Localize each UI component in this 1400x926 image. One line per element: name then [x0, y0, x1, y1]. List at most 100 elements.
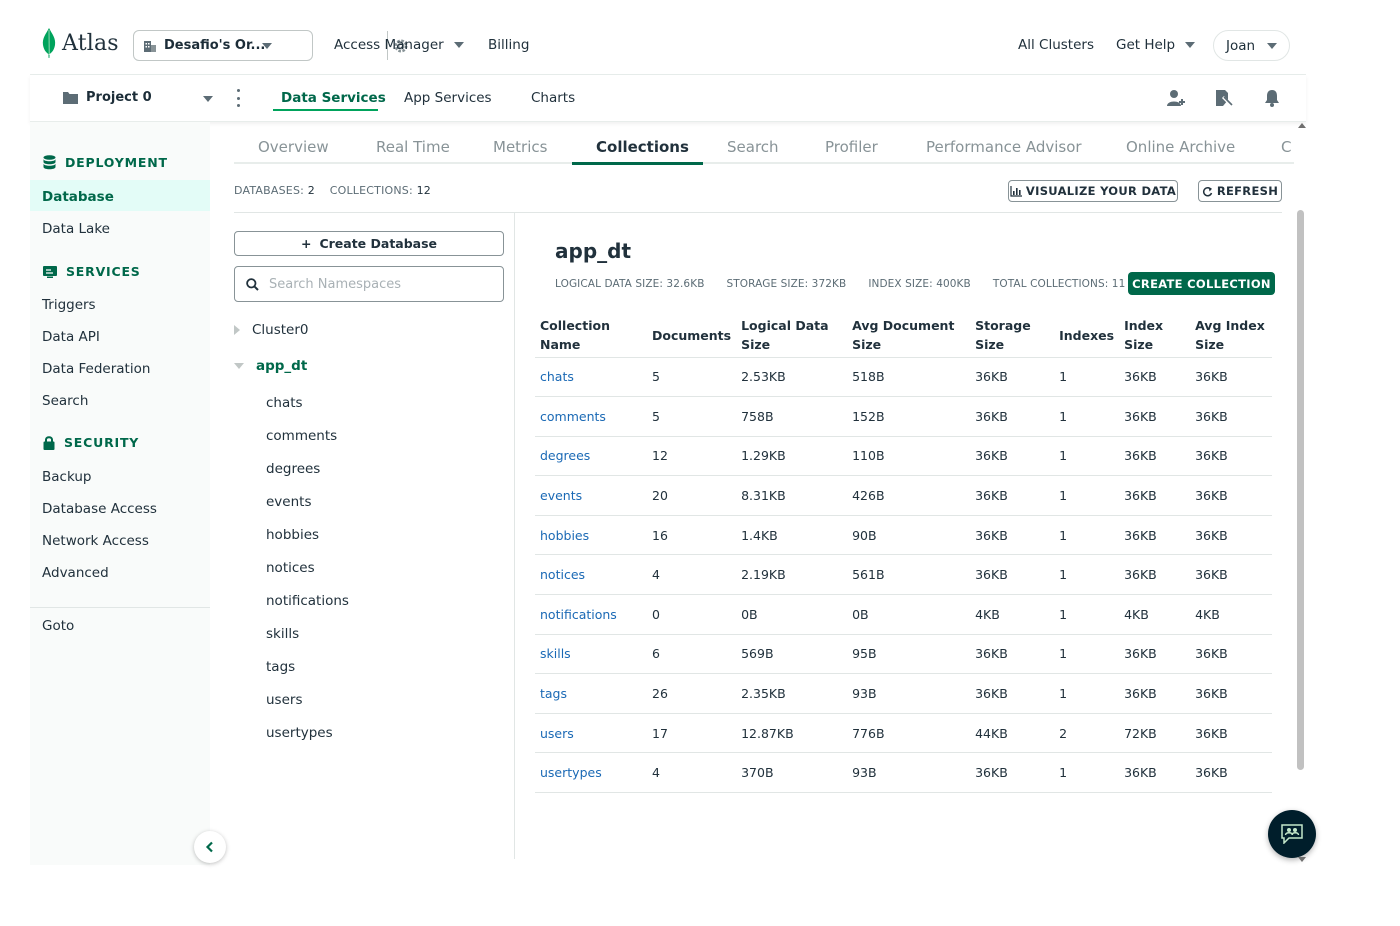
sidebar-item-data-lake[interactable]: Data Lake: [42, 221, 110, 237]
tree-database-app-dt[interactable]: app_dt: [234, 358, 307, 374]
table-cell: 95B: [847, 634, 971, 675]
collection-link[interactable]: usertypes: [540, 765, 602, 780]
table-cell: 36KB: [1190, 673, 1272, 714]
sidebar-item-search[interactable]: Search: [42, 393, 88, 409]
collection-link[interactable]: skills: [540, 646, 571, 661]
tree-collection[interactable]: comments: [266, 428, 337, 444]
collection-link[interactable]: hobbies: [540, 528, 589, 543]
tab-metrics[interactable]: Metrics: [493, 138, 547, 156]
sidebar-item-triggers[interactable]: Triggers: [42, 297, 96, 313]
table-cell: notifications: [535, 594, 647, 635]
column-header[interactable]: Indexes: [1054, 314, 1120, 358]
access-manager-menu[interactable]: Access Manager: [334, 37, 464, 53]
column-header[interactable]: Avg Document Size: [847, 314, 971, 358]
atlas-app: Atlas Desafio's Or... Access Manager Bil…: [30, 0, 1316, 865]
collection-link[interactable]: chats: [540, 369, 574, 384]
create-database-button[interactable]: + Create Database: [234, 231, 504, 256]
tree-collection[interactable]: users: [266, 692, 302, 708]
table-cell: 36KB: [1190, 554, 1272, 596]
user-menu[interactable]: Joan: [1213, 30, 1290, 61]
brand-name: Atlas: [62, 30, 119, 56]
tree-collection[interactable]: skills: [266, 626, 299, 642]
tab-performance-advisor[interactable]: Performance Advisor: [926, 138, 1082, 156]
chevron-down-icon: [262, 43, 272, 49]
table-cell: 17: [647, 713, 737, 754]
scrollbar-thumb[interactable]: [1297, 210, 1304, 770]
tab-charts[interactable]: Charts: [531, 90, 575, 106]
sidebar-item-database[interactable]: Database: [42, 189, 114, 205]
visualize-data-button[interactable]: VISUALIZE YOUR DATA: [1008, 180, 1178, 202]
tab-app-services[interactable]: App Services: [404, 90, 492, 106]
collection-link[interactable]: tags: [540, 686, 567, 701]
table-cell: 36KB: [970, 752, 1055, 794]
services-icon: [43, 265, 57, 278]
expand-arrow-icon: [234, 325, 240, 335]
tab-search[interactable]: Search: [727, 138, 779, 156]
sidebar-item-goto[interactable]: Goto: [42, 618, 74, 634]
tree-collection[interactable]: hobbies: [266, 527, 319, 543]
tab-collections[interactable]: Collections: [596, 138, 689, 156]
table-cell: 1: [1054, 673, 1120, 714]
column-header[interactable]: Documents: [647, 314, 737, 358]
all-clusters-link[interactable]: All Clusters: [1018, 37, 1094, 53]
collection-link[interactable]: notifications: [540, 607, 617, 622]
atlas-logo[interactable]: Atlas: [42, 28, 119, 58]
tab-online-archive[interactable]: Online Archive: [1126, 138, 1235, 156]
column-header[interactable]: Collection Name: [535, 314, 647, 358]
collection-link[interactable]: degrees: [540, 448, 590, 463]
panel-divider: [514, 212, 515, 859]
get-help-label: Get Help: [1116, 37, 1176, 53]
search-namespaces-input[interactable]: [269, 276, 489, 292]
table-cell: 36KB: [1119, 357, 1191, 398]
sidebar-item-data-api[interactable]: Data API: [42, 329, 100, 345]
column-header[interactable]: Index Size: [1119, 314, 1191, 358]
project-selector[interactable]: Project 0: [63, 90, 152, 105]
sidebar-item-database-access[interactable]: Database Access: [42, 501, 157, 517]
sidebar-item-network-access[interactable]: Network Access: [42, 533, 149, 549]
tab-profiler[interactable]: Profiler: [825, 138, 878, 156]
column-header[interactable]: Storage Size: [970, 314, 1055, 358]
sidebar-item-advanced[interactable]: Advanced: [42, 565, 109, 581]
invite-user-icon[interactable]: [1166, 88, 1186, 108]
table-cell: 2.35KB: [736, 673, 848, 714]
refresh-button[interactable]: REFRESH: [1198, 180, 1282, 202]
tab-real-time[interactable]: Real Time: [376, 138, 450, 156]
table-cell: 36KB: [1190, 713, 1272, 754]
top-navigation-bar: Atlas Desafio's Or... Access Manager Bil…: [30, 0, 1306, 75]
project-options-icon[interactable]: [235, 89, 241, 107]
tree-collection[interactable]: tags: [266, 659, 295, 675]
collection-link[interactable]: users: [540, 726, 574, 741]
tree-collection[interactable]: notifications: [266, 593, 349, 609]
tab-data-services[interactable]: Data Services: [281, 90, 386, 106]
scroll-up-icon[interactable]: [1297, 122, 1307, 130]
column-header[interactable]: Logical Data Size: [736, 314, 848, 358]
sidebar-item-data-federation[interactable]: Data Federation: [42, 361, 150, 377]
collection-link[interactable]: notices: [540, 567, 585, 582]
get-help-menu[interactable]: Get Help: [1116, 37, 1196, 53]
collection-link[interactable]: events: [540, 488, 582, 503]
bell-icon[interactable]: [1262, 88, 1282, 108]
collection-link[interactable]: comments: [540, 409, 606, 424]
tab-truncated[interactable]: C: [1281, 138, 1291, 156]
organization-selector[interactable]: Desafio's Or...: [133, 30, 408, 61]
create-collection-button[interactable]: CREATE COLLECTION: [1128, 272, 1275, 295]
chevron-down-icon[interactable]: [203, 96, 213, 102]
billing-link[interactable]: Billing: [488, 37, 529, 53]
tree-collection[interactable]: events: [266, 494, 311, 510]
activity-feed-icon[interactable]: [1213, 88, 1233, 108]
tree-collection[interactable]: usertypes: [266, 725, 333, 741]
tree-collection[interactable]: notices: [266, 560, 315, 576]
column-header[interactable]: Avg Index Size: [1190, 314, 1272, 358]
table-cell: 518B: [847, 357, 971, 398]
table-header-row: Collection Name Documents Logical Data S…: [535, 314, 1272, 358]
scroll-down-icon[interactable]: [1297, 855, 1307, 863]
tree-database-cluster0[interactable]: Cluster0: [234, 322, 309, 338]
tab-overview[interactable]: Overview: [258, 138, 329, 156]
sidebar-item-backup[interactable]: Backup: [42, 469, 92, 485]
lock-icon: [43, 436, 55, 450]
support-chat-button[interactable]: [1268, 810, 1316, 858]
table-row: notices 4 2.19KB 561B 36KB 1 36KB 36KB: [535, 554, 1272, 596]
refresh-label: REFRESH: [1216, 184, 1279, 198]
tree-collection[interactable]: chats: [266, 395, 303, 411]
tree-collection[interactable]: degrees: [266, 461, 320, 477]
